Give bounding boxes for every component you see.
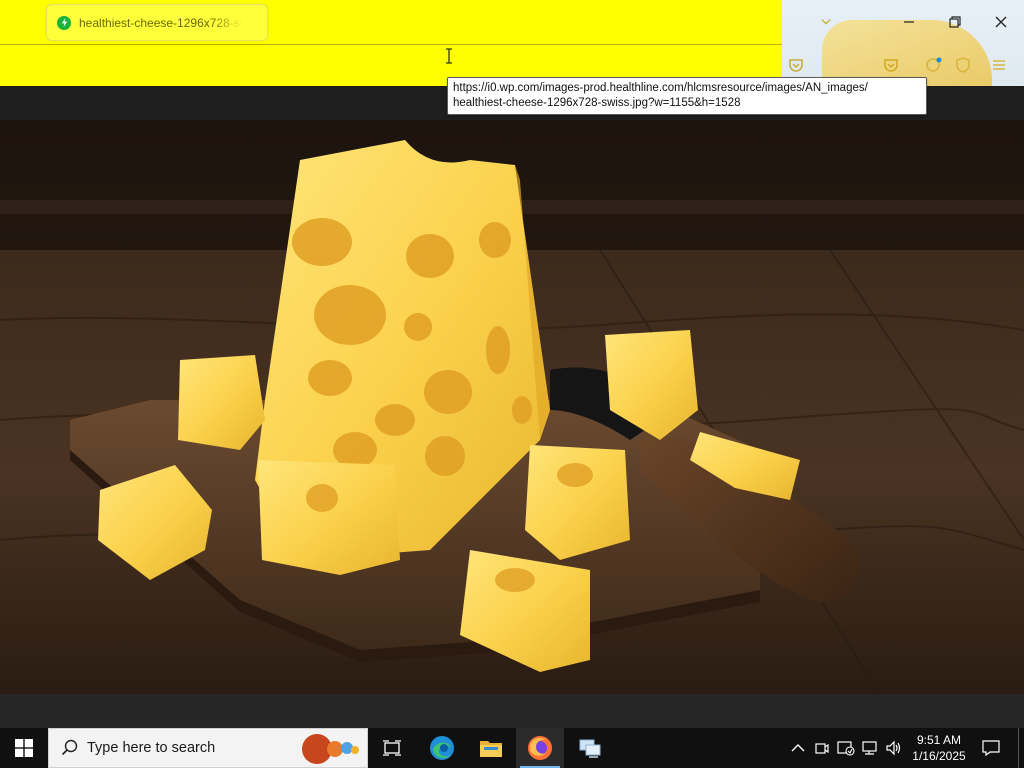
windows-logo-icon	[15, 739, 33, 757]
cheese-photo[interactable]	[0, 120, 1024, 694]
network-app-button[interactable]	[566, 728, 614, 768]
search-highlight-icon	[302, 734, 359, 764]
notification-icon	[982, 740, 1000, 756]
taskbar: 9:51 AM 1/16/2025	[0, 728, 1024, 768]
clock-time: 9:51 AM	[916, 733, 962, 747]
browser-chrome: healthiest-cheese-1296x728-sw	[0, 0, 1024, 86]
notification-center-button[interactable]	[978, 736, 1004, 760]
pocket-icon	[789, 59, 803, 72]
bolt-icon	[57, 15, 71, 30]
network-icon	[862, 741, 877, 755]
meet-now-icon	[815, 743, 829, 754]
chevron-down-icon	[821, 18, 831, 25]
task-view-button[interactable]	[368, 728, 416, 768]
tooltip-line-1: https://i0.wp.com/images-prod.healthline…	[453, 82, 868, 94]
viewer-letterbox-bottom	[0, 694, 1024, 728]
image-viewer	[0, 86, 1024, 728]
edge-icon	[430, 736, 454, 760]
clock-date: 1/16/2025	[912, 749, 966, 763]
search-input[interactable]	[87, 740, 287, 756]
account-button[interactable]	[920, 52, 946, 78]
extension-button[interactable]	[878, 52, 904, 78]
volume-button[interactable]	[884, 738, 904, 758]
tab-strip-divider	[0, 44, 782, 45]
file-explorer-button[interactable]	[467, 728, 515, 768]
start-button[interactable]	[0, 728, 48, 768]
menu-button[interactable]	[986, 52, 1012, 78]
extension-icon	[884, 59, 898, 72]
list-all-tabs-button[interactable]	[812, 8, 840, 36]
cheese-image	[0, 120, 1024, 694]
search-icon	[61, 739, 78, 756]
text-cursor-icon	[446, 48, 452, 64]
tab-title: healthiest-cheese-1296x728-sw	[79, 15, 243, 30]
account-icon	[926, 57, 942, 72]
firefox-button[interactable]	[516, 728, 564, 768]
show-hidden-icons-button[interactable]	[788, 738, 808, 758]
minimize-icon	[904, 21, 914, 23]
chevron-up-icon	[791, 744, 805, 752]
file-explorer-icon	[480, 741, 502, 757]
tooltip-line-2: healthiest-cheese-1296x728-swiss.jpg?w=1…	[453, 97, 741, 109]
firefox-icon	[528, 736, 552, 760]
shield-button[interactable]	[950, 52, 976, 78]
shield-icon	[956, 57, 970, 73]
menu-icon	[993, 60, 1005, 70]
url-tooltip: https://i0.wp.com/images-prod.healthline…	[447, 77, 927, 115]
security-button[interactable]	[836, 738, 856, 758]
taskbar-search[interactable]	[48, 728, 368, 768]
task-view-icon	[383, 740, 401, 756]
security-icon	[837, 741, 855, 756]
network-button[interactable]	[860, 738, 880, 758]
tab-active[interactable]: healthiest-cheese-1296x728-sw	[46, 4, 268, 41]
volume-icon	[886, 740, 901, 756]
restore-icon	[949, 16, 961, 28]
close-button[interactable]	[986, 8, 1016, 36]
network-app-icon	[579, 739, 601, 758]
pocket-button[interactable]	[783, 52, 809, 78]
restore-button[interactable]	[940, 8, 970, 36]
close-icon	[995, 16, 1007, 28]
show-desktop-button[interactable]	[1018, 728, 1024, 768]
edge-button[interactable]	[418, 728, 466, 768]
minimize-button[interactable]	[894, 8, 924, 36]
taskbar-clock[interactable]: 9:51 AM 1/16/2025	[906, 732, 972, 764]
meet-now-button[interactable]	[812, 738, 832, 758]
